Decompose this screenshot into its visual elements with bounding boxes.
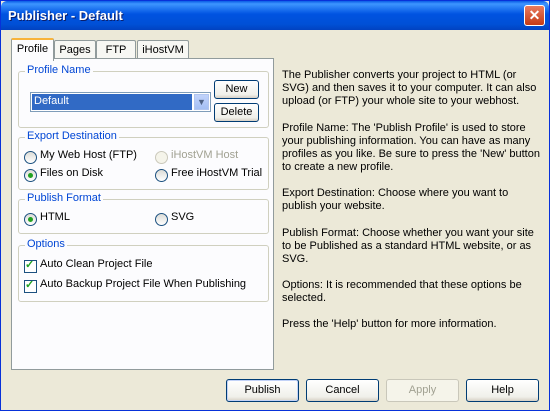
radio-svg[interactable]: [155, 213, 168, 226]
label-svg: SVG: [171, 211, 195, 223]
publisher-dialog: Publisher - Default ✕ Profile Pages FTP …: [0, 0, 550, 411]
new-profile-button[interactable]: New: [214, 80, 259, 99]
tab-ihostvm[interactable]: iHostVM: [137, 40, 189, 59]
label-ihostvm-host: iHostVM Host: [171, 149, 239, 161]
group-profile-name-legend: Profile Name: [25, 64, 93, 76]
chevron-down-icon[interactable]: ▼: [194, 94, 209, 110]
group-options: Options ✓ Auto Clean Project File ✓ Auto…: [18, 238, 269, 302]
window-title: Publisher - Default: [8, 8, 123, 23]
apply-button[interactable]: Apply: [386, 379, 459, 402]
cancel-button[interactable]: Cancel: [306, 379, 379, 402]
label-html: HTML: [40, 211, 70, 223]
checkmark-icon: ✓: [25, 279, 35, 291]
group-publish-format: Publish Format HTML SVG: [18, 192, 269, 234]
help-button[interactable]: Help: [466, 379, 539, 402]
tab-profile[interactable]: Profile: [11, 38, 54, 61]
help-publish-format: Publish Format: Choose whether you want …: [282, 227, 534, 265]
radio-free-ihostvm-trial[interactable]: [155, 169, 168, 182]
help-export-destination: Export Destination: Choose where you wan…: [282, 187, 509, 212]
help-options: Options: It is recommended that these op…: [282, 279, 522, 304]
label-auto-clean: Auto Clean Project File: [40, 258, 153, 270]
checkbox-auto-clean[interactable]: ✓: [24, 259, 37, 273]
group-export-destination-legend: Export Destination: [25, 130, 119, 142]
close-button[interactable]: ✕: [524, 5, 545, 26]
radio-my-web-host[interactable]: [24, 151, 37, 164]
publish-button[interactable]: Publish: [226, 379, 299, 402]
group-export-destination: Export Destination My Web Host (FTP) iHo…: [18, 130, 269, 190]
close-icon: ✕: [528, 7, 541, 23]
help-more-info: Press the 'Help' button for more informa…: [282, 318, 497, 330]
checkbox-auto-backup[interactable]: ✓: [24, 279, 37, 293]
title-bar[interactable]: Publisher - Default ✕: [1, 1, 549, 30]
tab-ftp[interactable]: FTP: [96, 40, 136, 59]
label-free-ihostvm-trial: Free iHostVM Trial: [171, 167, 263, 179]
radio-html[interactable]: [24, 213, 37, 226]
label-my-web-host: My Web Host (FTP): [40, 149, 137, 161]
label-files-on-disk: Files on Disk: [40, 167, 103, 179]
help-intro: The Publisher converts your project to H…: [282, 69, 537, 107]
checkmark-icon: ✓: [25, 259, 35, 271]
help-profile-name: Profile Name: The 'Publish Profile' is u…: [282, 122, 540, 173]
radio-files-on-disk[interactable]: [24, 169, 37, 182]
profile-select-value: Default: [32, 94, 192, 110]
tab-pages[interactable]: Pages: [54, 40, 96, 59]
group-options-legend: Options: [25, 238, 67, 250]
group-profile-name: Profile Name Default ▼ New Delete: [18, 64, 269, 128]
profile-select[interactable]: Default ▼: [30, 92, 211, 112]
delete-profile-button[interactable]: Delete: [214, 103, 259, 122]
group-publish-format-legend: Publish Format: [25, 192, 103, 204]
tab-panel-profile: Profile Name Default ▼ New Delete Export…: [11, 58, 274, 370]
label-auto-backup: Auto Backup Project File When Publishing: [40, 278, 247, 290]
radio-ihostvm-host[interactable]: [155, 151, 168, 164]
